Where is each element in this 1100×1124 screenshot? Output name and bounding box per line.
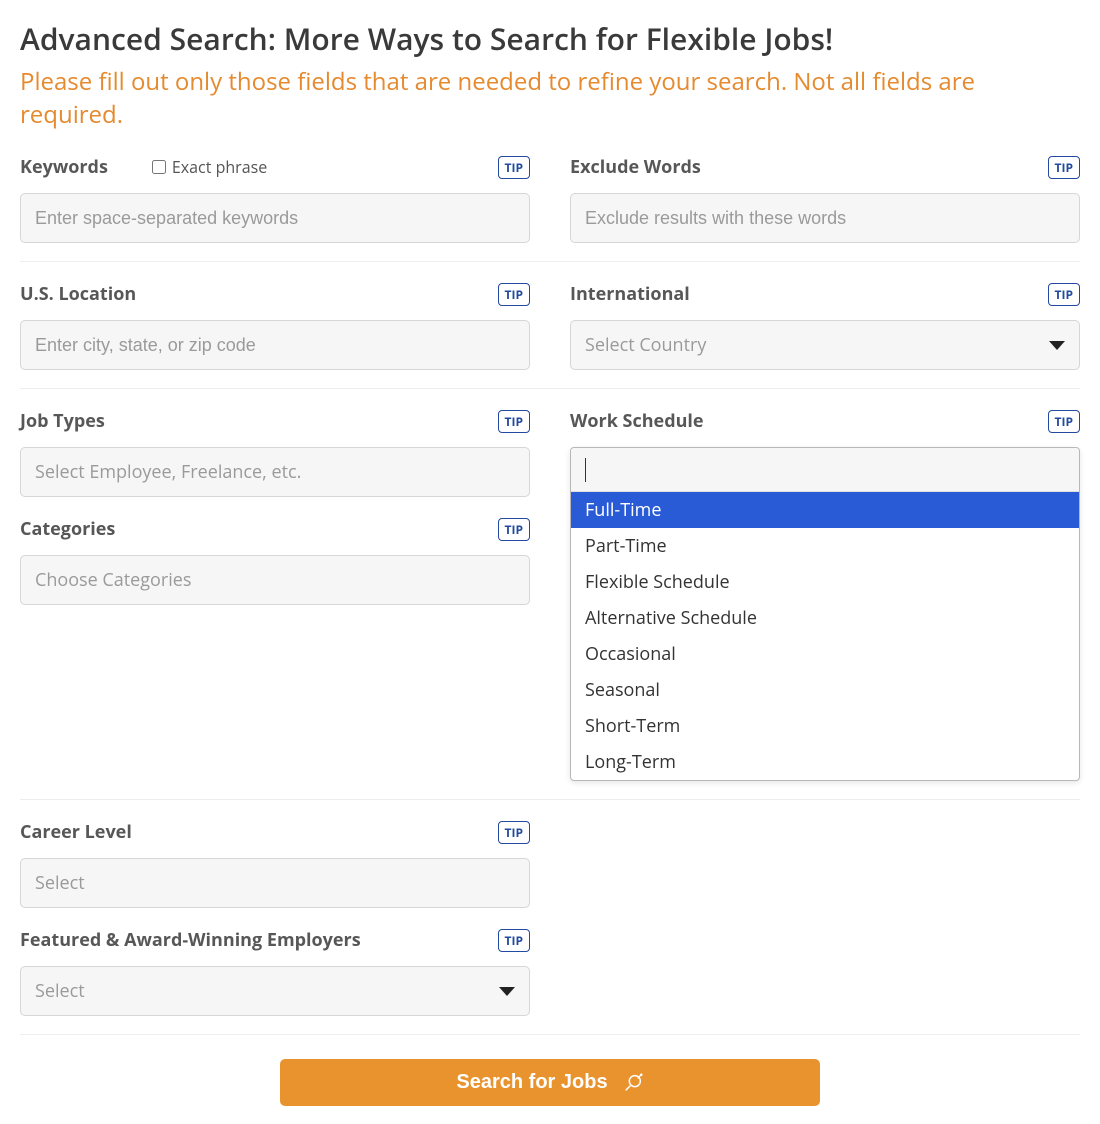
keywords-input[interactable] (20, 193, 530, 243)
tip-button[interactable]: TIP (498, 156, 530, 179)
categories-select[interactable]: Choose Categories (20, 555, 530, 605)
exclude-input[interactable] (570, 193, 1080, 243)
tip-button[interactable]: TIP (498, 283, 530, 306)
tip-button[interactable]: TIP (498, 410, 530, 433)
page-title: Advanced Search: More Ways to Search for… (20, 18, 1080, 59)
work-schedule-options: Full-TimePart-TimeFlexible ScheduleAlter… (571, 492, 1079, 780)
international-select[interactable]: Select Country (570, 320, 1080, 370)
categories-label: Categories (20, 517, 115, 541)
work-schedule-dropdown[interactable]: Full-TimePart-TimeFlexible ScheduleAlter… (570, 447, 1080, 781)
work-schedule-label: Work Schedule (570, 409, 704, 433)
work-schedule-option[interactable]: Alternative Schedule (571, 600, 1079, 636)
us-location-input[interactable] (20, 320, 530, 370)
work-schedule-option[interactable]: Part-Time (571, 528, 1079, 564)
career-level-label: Career Level (20, 820, 132, 844)
categories-field: Categories TIP Choose Categories (20, 515, 530, 605)
keywords-field: Keywords Exact phrase TIP (20, 153, 530, 243)
international-placeholder: Select Country (585, 333, 706, 357)
exact-phrase-checkbox[interactable]: Exact phrase (152, 156, 267, 178)
tip-button[interactable]: TIP (1048, 156, 1080, 179)
work-schedule-option[interactable]: Short-Term (571, 708, 1079, 744)
tip-button[interactable]: TIP (1048, 410, 1080, 433)
international-label: International (570, 282, 690, 306)
job-types-select[interactable]: Select Employee, Freelance, etc. (20, 447, 530, 497)
tip-button[interactable]: TIP (498, 821, 530, 844)
career-level-placeholder: Select (35, 871, 85, 895)
chevron-down-icon (1049, 341, 1065, 350)
exact-phrase-label: Exact phrase (172, 156, 267, 178)
page-subtitle: Please fill out only those fields that a… (20, 65, 1080, 131)
featured-select[interactable]: Select (20, 966, 530, 1016)
featured-label: Featured & Award-Winning Employers (20, 928, 361, 952)
search-icon (622, 1072, 644, 1094)
tip-button[interactable]: TIP (1048, 283, 1080, 306)
job-types-placeholder: Select Employee, Freelance, etc. (35, 460, 301, 484)
search-button-label: Search for Jobs (456, 1071, 607, 1094)
exclude-label: Exclude Words (570, 155, 701, 179)
categories-placeholder: Choose Categories (35, 568, 191, 592)
featured-placeholder: Select (35, 979, 85, 1003)
tip-button[interactable]: TIP (498, 929, 530, 952)
tip-button[interactable]: TIP (498, 518, 530, 541)
work-schedule-option[interactable]: Flexible Schedule (571, 564, 1079, 600)
work-schedule-search-input[interactable] (571, 448, 1079, 492)
work-schedule-option[interactable]: Occasional (571, 636, 1079, 672)
exclude-words-field: Exclude Words TIP (570, 153, 1080, 243)
work-schedule-field: Work Schedule TIP Full-TimePart-TimeFlex… (570, 407, 1080, 781)
exact-phrase-input[interactable] (152, 160, 166, 174)
work-schedule-option[interactable]: Seasonal (571, 672, 1079, 708)
international-field: International TIP Select Country (570, 280, 1080, 370)
work-schedule-option[interactable]: Long-Term (571, 744, 1079, 780)
search-for-jobs-button[interactable]: Search for Jobs (280, 1059, 820, 1106)
career-level-field: Career Level TIP Select (20, 818, 530, 908)
us-location-label: U.S. Location (20, 282, 136, 306)
featured-employers-field: Featured & Award-Winning Employers TIP S… (20, 926, 530, 1016)
career-level-select[interactable]: Select (20, 858, 530, 908)
chevron-down-icon (499, 987, 515, 996)
work-schedule-option[interactable]: Full-Time (571, 492, 1079, 528)
us-location-field: U.S. Location TIP (20, 280, 530, 370)
job-types-label: Job Types (20, 409, 105, 433)
job-types-field: Job Types TIP Select Employee, Freelance… (20, 407, 530, 497)
keywords-label: Keywords (20, 155, 108, 179)
